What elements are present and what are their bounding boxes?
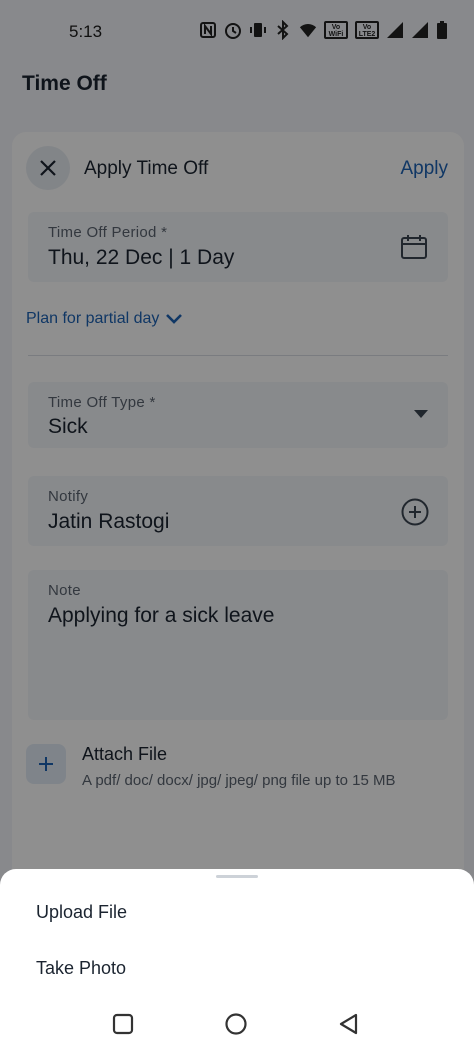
- recents-icon[interactable]: [110, 1011, 136, 1037]
- home-icon[interactable]: [223, 1011, 249, 1037]
- upload-file-option[interactable]: Upload File: [36, 902, 127, 923]
- system-navigation-bar: [0, 995, 474, 1053]
- back-icon[interactable]: [336, 1011, 362, 1037]
- sheet-drag-handle[interactable]: [216, 875, 258, 878]
- take-photo-option[interactable]: Take Photo: [36, 958, 126, 979]
